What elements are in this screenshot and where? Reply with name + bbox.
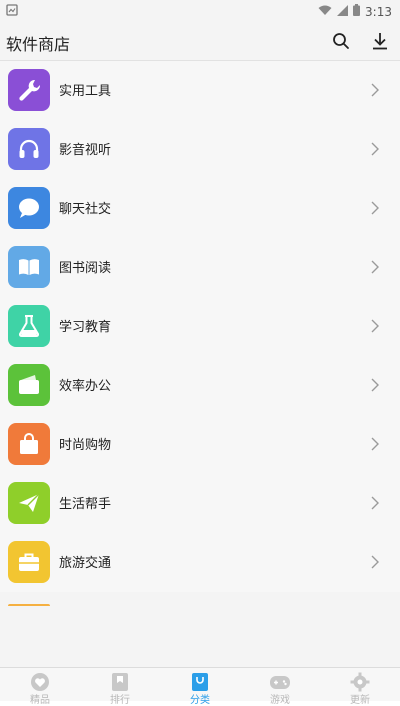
- category-icon-education: [8, 305, 50, 347]
- category-icon-life: [8, 482, 50, 524]
- category-icon-media: [8, 128, 50, 170]
- category-icon-travel: [8, 541, 50, 583]
- suitcase-icon: [19, 553, 39, 571]
- category-row-books[interactable]: 图书阅读: [0, 238, 400, 298]
- status-time: 3:13: [365, 4, 392, 19]
- category-row-education[interactable]: 学习教育: [0, 297, 400, 357]
- paper-plane-icon: [19, 493, 40, 512]
- chat-bubble-icon: [19, 198, 39, 218]
- category-label: 实用工具: [59, 84, 112, 99]
- category-row-travel[interactable]: 旅游交通: [0, 533, 400, 593]
- chevron-right-icon: [371, 496, 379, 510]
- flask-icon: [18, 315, 40, 337]
- bag-icon: [192, 673, 208, 691]
- chevron-right-icon: [371, 319, 379, 333]
- search-icon: [333, 33, 349, 49]
- nav-label: 精品: [30, 695, 50, 706]
- category-icon-books: [8, 246, 50, 288]
- book-icon: [19, 259, 39, 275]
- category-row-life[interactable]: 生活帮手: [0, 474, 400, 534]
- nav-tab-games[interactable]: 游戏: [240, 668, 320, 706]
- nav-label: 分类: [190, 695, 210, 706]
- category-icon-office: [8, 364, 50, 406]
- category-list: 实用工具 影音视听 聊天社交 图书阅读 学习教育 效率办公 时尚购物 生活帮手 …: [0, 61, 400, 667]
- chevron-right-icon: [371, 555, 379, 569]
- chevron-right-icon: [371, 201, 379, 215]
- category-row-tools[interactable]: 实用工具: [0, 61, 400, 121]
- nav-tab-featured[interactable]: 精品: [0, 668, 80, 706]
- category-row-media[interactable]: 影音视听: [0, 120, 400, 180]
- headphones-icon: [19, 139, 39, 158]
- category-label: 影音视听: [59, 143, 112, 158]
- category-icon-social: [8, 187, 50, 229]
- shopping-bag-icon: [20, 433, 38, 454]
- battery-icon: [353, 4, 361, 19]
- wallet-icon: [19, 375, 39, 394]
- category-label: 旅游交通: [59, 556, 112, 571]
- chevron-right-icon: [371, 142, 379, 156]
- chevron-right-icon: [371, 378, 379, 392]
- category-label: 图书阅读: [59, 261, 112, 276]
- notification-icon: [6, 4, 18, 19]
- gear-icon: [350, 672, 370, 692]
- nav-label: 排行: [110, 695, 130, 706]
- chevron-right-icon: [371, 260, 379, 274]
- heart-icon: [31, 673, 49, 691]
- category-label: 效率办公: [59, 379, 112, 394]
- category-icon-shopping: [8, 423, 50, 465]
- chevron-right-icon: [371, 437, 379, 451]
- search-button[interactable]: [330, 30, 352, 52]
- category-row-office[interactable]: 效率办公: [0, 356, 400, 416]
- nav-tab-ranking[interactable]: 排行: [80, 668, 160, 706]
- category-label: 时尚购物: [59, 438, 112, 453]
- chevron-right-icon: [371, 83, 379, 97]
- nav-label: 更新: [350, 695, 370, 706]
- nav-tab-category[interactable]: 分类: [160, 668, 240, 706]
- wifi-icon: [318, 5, 332, 19]
- wrench-icon: [19, 79, 41, 101]
- category-label: 学习教育: [59, 320, 112, 335]
- nav-tab-update[interactable]: 更新: [320, 668, 400, 706]
- gamepad-icon: [270, 676, 290, 689]
- download-button[interactable]: [369, 30, 391, 52]
- bookmark-icon: [112, 673, 128, 691]
- category-icon-tools: [8, 69, 50, 111]
- signal-icon: [337, 4, 349, 19]
- category-row-shopping[interactable]: 时尚购物: [0, 415, 400, 475]
- bottom-nav: 精品 排行 分类 游戏 更新: [0, 667, 400, 706]
- category-label: 生活帮手: [59, 497, 112, 512]
- page-title: 软件商店: [6, 35, 71, 54]
- app-bar: 软件商店: [0, 22, 400, 61]
- category-label: 聊天社交: [59, 202, 112, 217]
- status-bar: 3:13: [0, 0, 400, 22]
- nav-label: 游戏: [270, 695, 290, 706]
- category-icon-partial: [8, 604, 50, 606]
- download-icon: [373, 33, 387, 50]
- category-row-social[interactable]: 聊天社交: [0, 179, 400, 239]
- category-row-partial: [0, 592, 400, 667]
